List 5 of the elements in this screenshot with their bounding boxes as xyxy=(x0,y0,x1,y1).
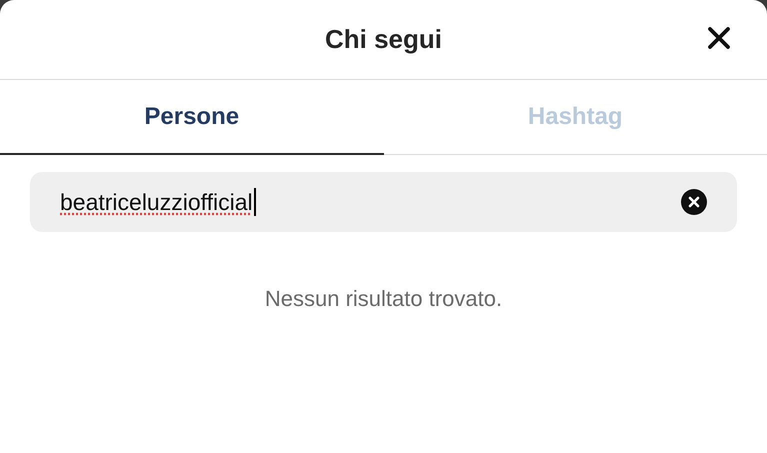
tab[interactable]: Persone xyxy=(0,80,384,155)
empty-message: Nessun risultato trovato. xyxy=(264,285,504,313)
dialog-title: Chi segui xyxy=(324,23,442,56)
clear-icon[interactable] xyxy=(681,189,707,215)
search-field[interactable]: beatriceluzziofficial xyxy=(30,172,737,232)
